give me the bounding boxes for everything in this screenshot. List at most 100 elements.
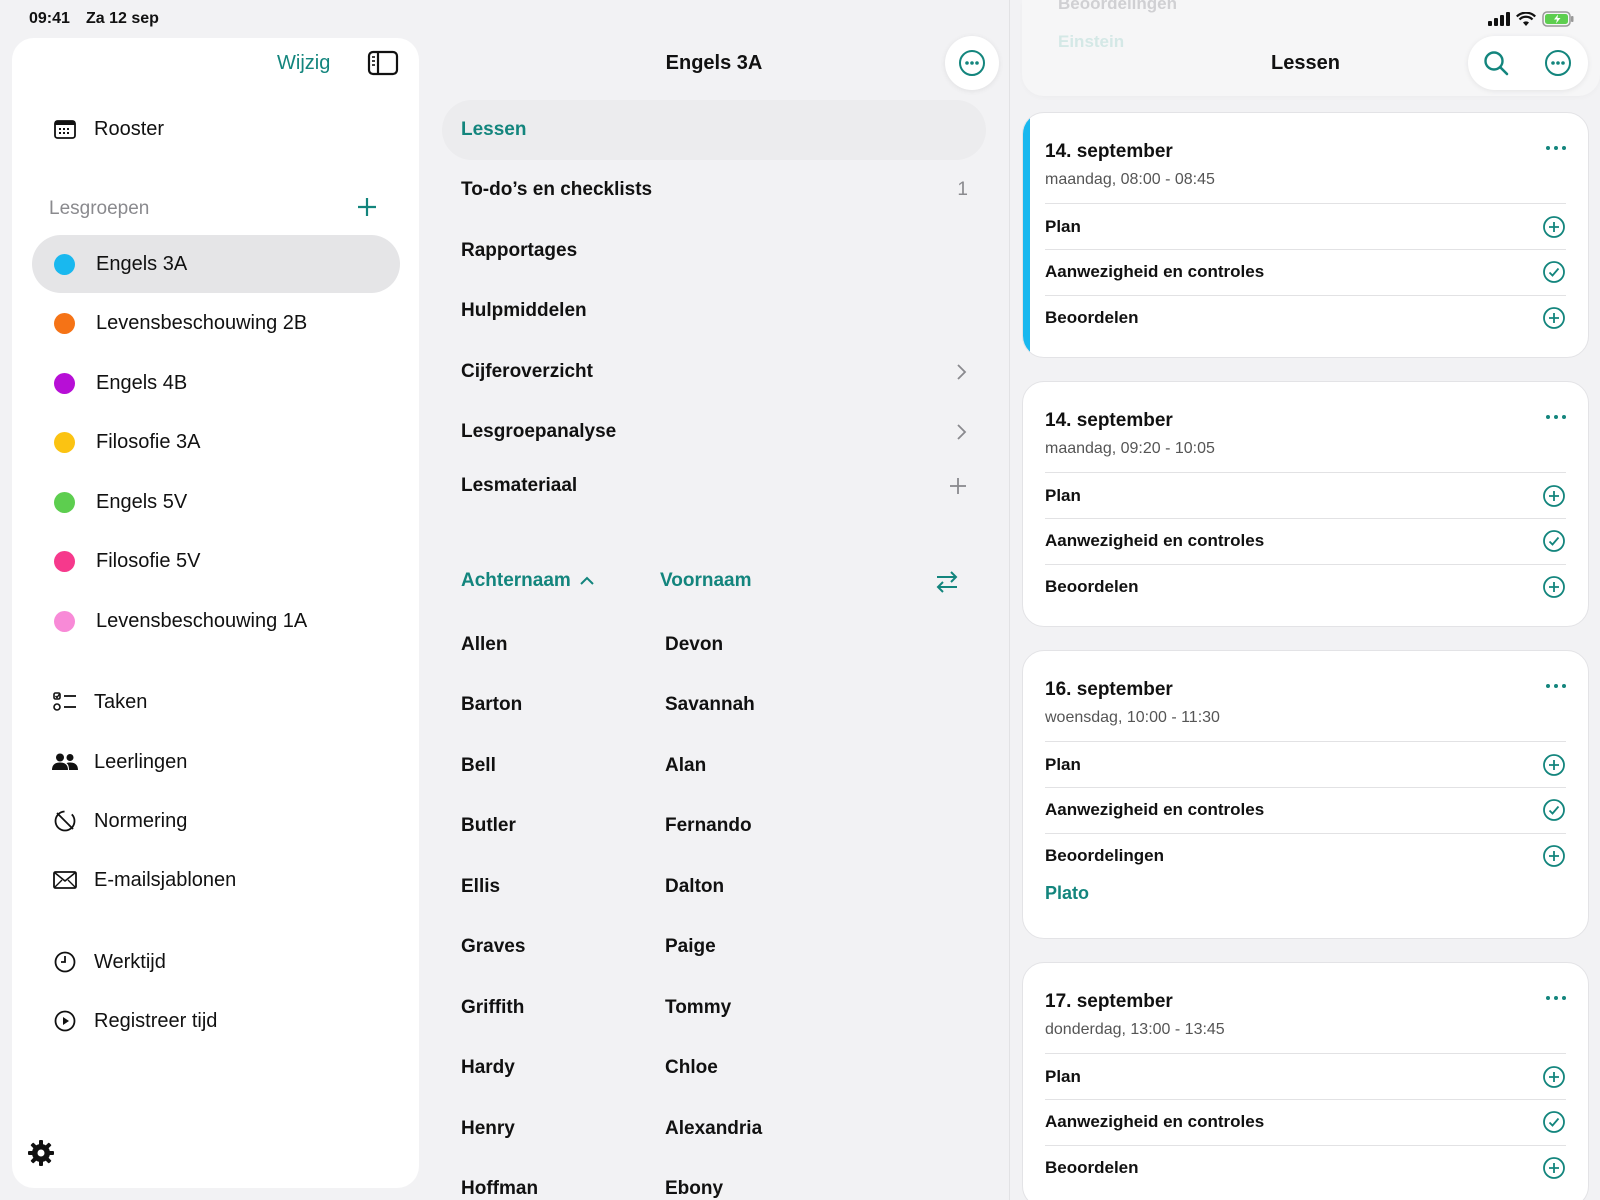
- student-row[interactable]: Griffith Tommy: [461, 997, 981, 1037]
- ellipsis-icon[interactable]: [1544, 141, 1568, 155]
- status-date: Za 12 sep: [86, 10, 159, 27]
- sort-firstname-button[interactable]: Voornaam: [660, 570, 752, 592]
- student-lastname: Graves: [461, 936, 526, 957]
- student-firstname: Savannah: [665, 694, 755, 715]
- lesson-assessments-row[interactable]: Beoordelingen: [1045, 834, 1566, 878]
- swap-columns-icon[interactable]: [933, 568, 961, 596]
- search-icon[interactable]: [1482, 49, 1510, 77]
- student-firstname: Alan: [665, 755, 707, 776]
- gear-icon[interactable]: [26, 1138, 56, 1168]
- sidebar-item-normering[interactable]: Normering: [32, 792, 400, 850]
- plus-circle-icon: [1543, 754, 1565, 776]
- group-item-filosofie-3a[interactable]: Filosofie 3A: [32, 413, 400, 471]
- student-lastname: Bell: [461, 755, 496, 776]
- lesson-card[interactable]: 14. september maandag, 09:20 - 10:05 Pla…: [1022, 381, 1589, 627]
- lesson-card[interactable]: 17. september donderdag, 13:00 - 13:45 P…: [1022, 962, 1589, 1200]
- row-label: Beoordelen: [1045, 577, 1139, 596]
- group-label: Levensbeschouwing 2B: [96, 311, 308, 334]
- student-row[interactable]: Graves Paige: [461, 936, 981, 976]
- ellipsis-icon[interactable]: [1544, 410, 1568, 424]
- group-more-button[interactable]: [945, 36, 999, 90]
- menu-item-lessen[interactable]: Lessen: [442, 100, 986, 160]
- student-row[interactable]: Ellis Dalton: [461, 876, 981, 916]
- menu-item-label: To-do’s en checklists: [461, 179, 653, 200]
- lesson-assess-row[interactable]: Beoordelen: [1045, 1146, 1566, 1190]
- sidebar-item-registreer-tijd[interactable]: Registreer tijd: [32, 992, 400, 1050]
- sidebar-item-leerlingen[interactable]: Leerlingen: [32, 733, 400, 791]
- lesson-attendance-row[interactable]: Aanwezigheid en controles: [1045, 1100, 1566, 1144]
- row-label: Aanwezigheid en controles: [1045, 800, 1265, 819]
- student-row[interactable]: Hardy Chloe: [461, 1057, 981, 1097]
- lesson-plan-row[interactable]: Plan: [1045, 205, 1566, 249]
- group-item-engels-4b[interactable]: Engels 4B: [32, 354, 400, 412]
- menu-item-label: Cijferoverzicht: [461, 361, 593, 382]
- lesson-plan-row[interactable]: Plan: [1045, 474, 1566, 518]
- group-item-engels-3a[interactable]: Engels 3A: [32, 235, 400, 293]
- sort-lastname-button[interactable]: Achternaam: [461, 570, 595, 592]
- sidebar-item-werktijd[interactable]: Werktijd: [32, 933, 400, 991]
- group-item-levensbeschouwing-1a[interactable]: Levensbeschouwing 1A: [32, 592, 400, 650]
- group-item-levensbeschouwing-2b[interactable]: Levensbeschouwing 2B: [32, 294, 400, 352]
- group-color-dot: [54, 610, 75, 632]
- lesson-attendance-row[interactable]: Aanwezigheid en controles: [1045, 250, 1566, 294]
- group-item-filosofie-5v[interactable]: Filosofie 5V: [32, 532, 400, 590]
- lesson-date: 17. september: [1045, 991, 1173, 1012]
- group-item-engels-5v[interactable]: Engels 5V: [32, 473, 400, 531]
- checkmark-circle-icon: [1543, 1111, 1565, 1133]
- menu-item-rapportages[interactable]: Rapportages: [442, 221, 986, 281]
- plus-circle-icon: [1543, 216, 1565, 238]
- student-row[interactable]: Bell Alan: [461, 755, 981, 795]
- lesson-plan-row[interactable]: Plan: [1045, 743, 1566, 787]
- tasks-icon: [52, 689, 78, 715]
- menu-item-cijferoverzicht[interactable]: Cijferoverzicht: [442, 342, 986, 402]
- menu-item-todos[interactable]: To-do’s en checklists 1: [442, 160, 986, 220]
- menu-item-label: Lessen: [461, 119, 527, 140]
- student-firstname: Devon: [665, 634, 724, 655]
- student-row[interactable]: Hoffman Ebony: [461, 1178, 981, 1200]
- student-firstname: Ebony: [665, 1178, 724, 1199]
- divider: [1045, 472, 1566, 473]
- menu-item-lesmateriaal[interactable]: Lesmateriaal: [442, 456, 986, 516]
- sidebar-item-rooster[interactable]: Rooster: [32, 100, 400, 158]
- plus-circle-icon: [1543, 845, 1565, 867]
- ellipsis-circle-icon[interactable]: [1544, 49, 1572, 77]
- sidebar-toggle-icon[interactable]: [367, 50, 399, 76]
- lesson-assess-row[interactable]: Beoordelen: [1045, 565, 1566, 609]
- group-label: Engels 5V: [96, 490, 188, 513]
- student-row[interactable]: Henry Alexandria: [461, 1118, 981, 1158]
- student-row[interactable]: Barton Savannah: [461, 694, 981, 734]
- sidebar-item-label: Rooster: [94, 117, 165, 140]
- lesson-attendance-row[interactable]: Aanwezigheid en controles: [1045, 788, 1566, 832]
- lesson-card[interactable]: 14. september maandag, 08:00 - 08:45 Pla…: [1022, 112, 1589, 358]
- student-row[interactable]: Allen Devon: [461, 634, 981, 674]
- sidebar-item-emailsjablonen[interactable]: E-mailsjablonen: [32, 851, 400, 909]
- group-label: Engels 3A: [96, 252, 188, 275]
- row-label: Plan: [1045, 217, 1081, 236]
- group-color-dot: [54, 491, 75, 513]
- edit-button[interactable]: Wijzig: [277, 52, 330, 75]
- row-label: Aanwezigheid en controles: [1045, 1112, 1265, 1131]
- menu-item-hulpmiddelen[interactable]: Hulpmiddelen: [442, 281, 986, 341]
- student-row[interactable]: Butler Fernando: [461, 815, 981, 855]
- menu-item-lesgroepanalyse[interactable]: Lesgroepanalyse: [442, 402, 986, 462]
- student-firstname: Dalton: [665, 876, 725, 897]
- row-label: Plan: [1045, 486, 1081, 505]
- lesson-assess-row[interactable]: Beoordelen: [1045, 296, 1566, 340]
- add-group-icon[interactable]: [352, 192, 382, 222]
- lesson-plan-row[interactable]: Plan: [1045, 1055, 1566, 1099]
- add-material-icon[interactable]: [948, 476, 968, 496]
- menu-item-label: Hulpmiddelen: [461, 300, 587, 321]
- ellipsis-icon[interactable]: [1544, 991, 1568, 1005]
- assessment-link[interactable]: Plato: [1045, 883, 1089, 904]
- students-icon: [52, 749, 78, 775]
- sidebar-item-label: Werktijd: [94, 950, 166, 973]
- sidebar-item-taken[interactable]: Taken: [32, 673, 400, 731]
- lesson-card[interactable]: 16. september woensdag, 10:00 - 11:30 Pl…: [1022, 650, 1589, 939]
- group-label: Engels 4B: [96, 371, 188, 394]
- sidebar-item-label: Registreer tijd: [94, 1009, 218, 1032]
- student-lastname: Barton: [461, 694, 523, 715]
- student-lastname: Henry: [461, 1118, 515, 1139]
- lesson-attendance-row[interactable]: Aanwezigheid en controles: [1045, 519, 1566, 563]
- page-title: Engels 3A: [665, 52, 763, 74]
- ellipsis-icon[interactable]: [1544, 679, 1568, 693]
